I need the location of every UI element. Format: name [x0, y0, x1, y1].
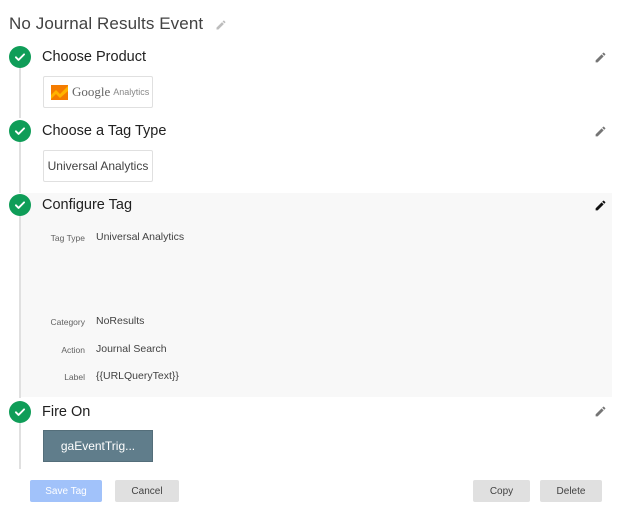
field-value: {{URLQueryText}}	[96, 370, 179, 382]
cancel-button[interactable]: Cancel	[115, 480, 179, 502]
pencil-icon[interactable]	[594, 125, 607, 138]
field-label: Action	[61, 345, 85, 355]
pencil-icon[interactable]	[594, 199, 607, 212]
tag-type-card[interactable]: Universal Analytics	[43, 150, 153, 182]
pencil-icon[interactable]	[215, 18, 227, 30]
step-title: Choose Product	[42, 49, 146, 65]
check-circle-icon	[9, 194, 31, 216]
field-label: Category	[50, 317, 86, 327]
field-value: Journal Search	[96, 343, 167, 355]
check-circle-icon	[9, 46, 31, 68]
step-connector	[19, 66, 21, 118]
step-title: Configure Tag	[42, 197, 133, 213]
product-name: Analytics	[113, 87, 150, 97]
step-title: Fire On	[42, 404, 91, 420]
google-analytics-logo-icon	[51, 84, 68, 100]
tag-name-title: No Journal Results Event	[9, 14, 204, 33]
trigger-chip[interactable]: gaEventTrig...	[43, 430, 153, 462]
field-label: Tag Type	[50, 233, 85, 243]
check-circle-icon	[9, 401, 31, 423]
title-row: No Journal Results Event	[9, 12, 227, 36]
product-card-google-analytics[interactable]: Google Analytics	[43, 76, 153, 108]
step-title: Choose a Tag Type	[42, 123, 167, 139]
step-connector	[19, 140, 21, 193]
step-connector	[19, 421, 21, 469]
check-circle-icon	[9, 120, 31, 142]
delete-button[interactable]: Delete	[540, 480, 602, 502]
configure-tag-panel[interactable]	[21, 193, 612, 397]
field-value: NoResults	[96, 315, 145, 327]
copy-button[interactable]: Copy	[473, 480, 530, 502]
pencil-icon[interactable]	[594, 405, 607, 418]
field-value: Universal Analytics	[96, 231, 185, 243]
save-tag-button[interactable]: Save Tag	[30, 480, 102, 502]
pencil-icon[interactable]	[594, 51, 607, 64]
product-brand: Google	[72, 84, 111, 99]
field-label: Label	[64, 372, 85, 382]
